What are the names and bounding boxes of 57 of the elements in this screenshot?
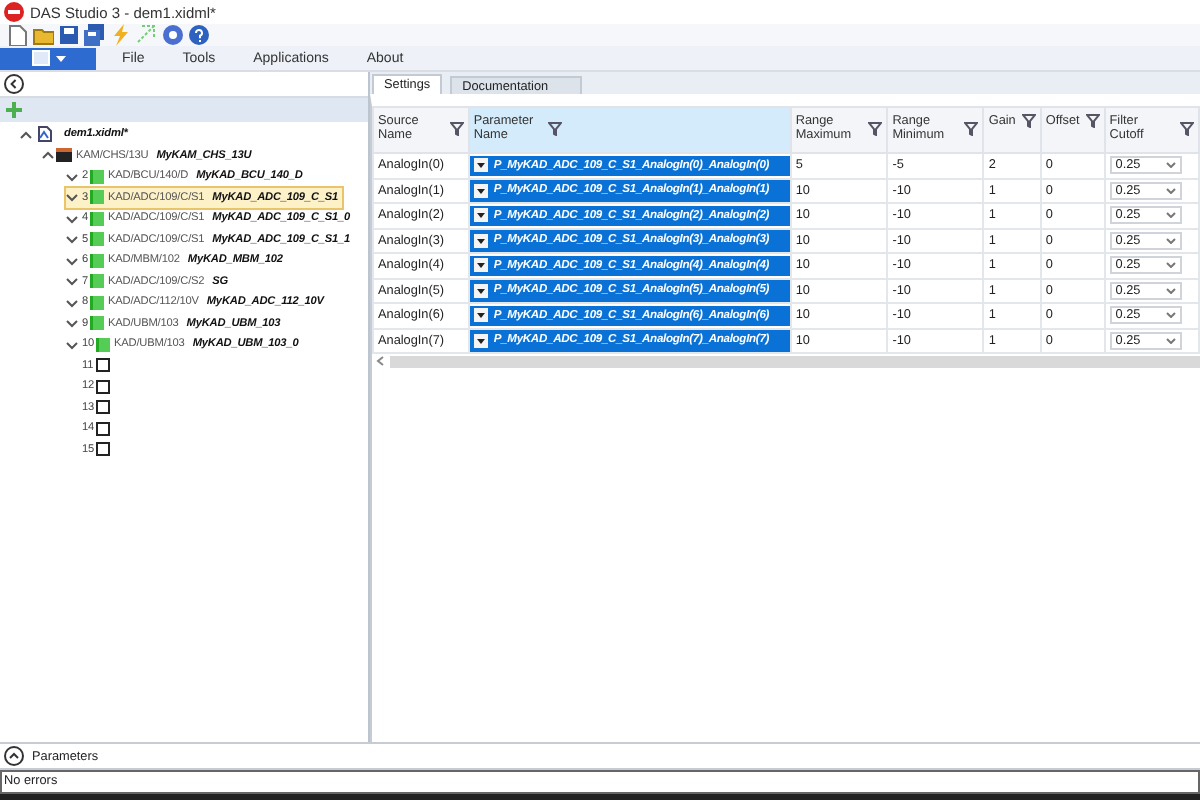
module-icon <box>90 190 105 205</box>
collapse-caret-icon[interactable] <box>66 171 78 182</box>
dropdown-icon <box>473 258 488 273</box>
horizontal-scrollbar[interactable] <box>372 354 1200 368</box>
collapse-caret-icon[interactable] <box>66 297 78 308</box>
collapse-caret-icon[interactable] <box>66 318 78 329</box>
dropdown-icon <box>473 283 488 298</box>
expand-caret-icon[interactable] <box>20 129 32 140</box>
filter-icon[interactable] <box>868 121 883 135</box>
save-all-icon[interactable] <box>84 24 106 46</box>
filter-icon[interactable] <box>1021 114 1036 128</box>
dropdown-icon <box>473 333 488 348</box>
dropdown-icon <box>473 308 488 323</box>
chevron-down-icon <box>1165 237 1176 244</box>
application-menu-button[interactable] <box>0 47 96 69</box>
chassis-icon <box>56 148 72 163</box>
chevron-down-icon <box>1165 187 1176 194</box>
chevron-down-icon <box>1165 337 1176 344</box>
caret-icon <box>55 55 65 61</box>
back-icon[interactable] <box>4 74 24 94</box>
chevron-down-icon <box>1165 312 1176 319</box>
chevron-down-icon <box>1165 262 1176 269</box>
collapse-caret-icon[interactable] <box>66 192 78 203</box>
collapse-caret-icon[interactable] <box>66 213 78 224</box>
dropdown-icon <box>473 158 488 173</box>
save-icon[interactable] <box>58 24 80 46</box>
expand-caret-icon[interactable] <box>42 150 54 161</box>
module-icon <box>90 232 105 247</box>
filter-icon[interactable] <box>1085 114 1100 128</box>
module-icon <box>90 274 105 289</box>
chevron-down-icon <box>1165 212 1176 219</box>
expand-icon[interactable] <box>4 746 24 766</box>
chevron-down-icon <box>1165 287 1176 294</box>
dotted-arrows-icon[interactable] <box>136 24 158 46</box>
dropdown-icon <box>473 233 488 248</box>
collapse-caret-icon[interactable] <box>66 234 78 245</box>
scroll-left-icon <box>376 356 384 366</box>
collapse-caret-icon[interactable] <box>66 339 78 350</box>
filter-icon[interactable] <box>547 121 562 135</box>
module-icon <box>90 295 105 310</box>
collapse-caret-icon[interactable] <box>66 276 78 287</box>
module-icon <box>90 169 105 184</box>
module-icon <box>90 253 105 268</box>
module-icon <box>90 316 105 331</box>
dropdown-icon <box>473 183 488 198</box>
document-icon <box>38 126 52 143</box>
module-icon <box>90 211 105 226</box>
page-icon <box>31 50 49 66</box>
disc-icon[interactable] <box>162 24 184 46</box>
chevron-down-icon <box>1165 162 1176 169</box>
filter-icon[interactable] <box>449 121 464 135</box>
module-icon <box>96 337 111 352</box>
filter-icon[interactable] <box>1180 121 1194 135</box>
help-icon[interactable] <box>188 24 210 46</box>
dropdown-icon <box>473 208 488 223</box>
collapse-caret-icon[interactable] <box>66 255 78 266</box>
filter-icon[interactable] <box>964 121 979 135</box>
